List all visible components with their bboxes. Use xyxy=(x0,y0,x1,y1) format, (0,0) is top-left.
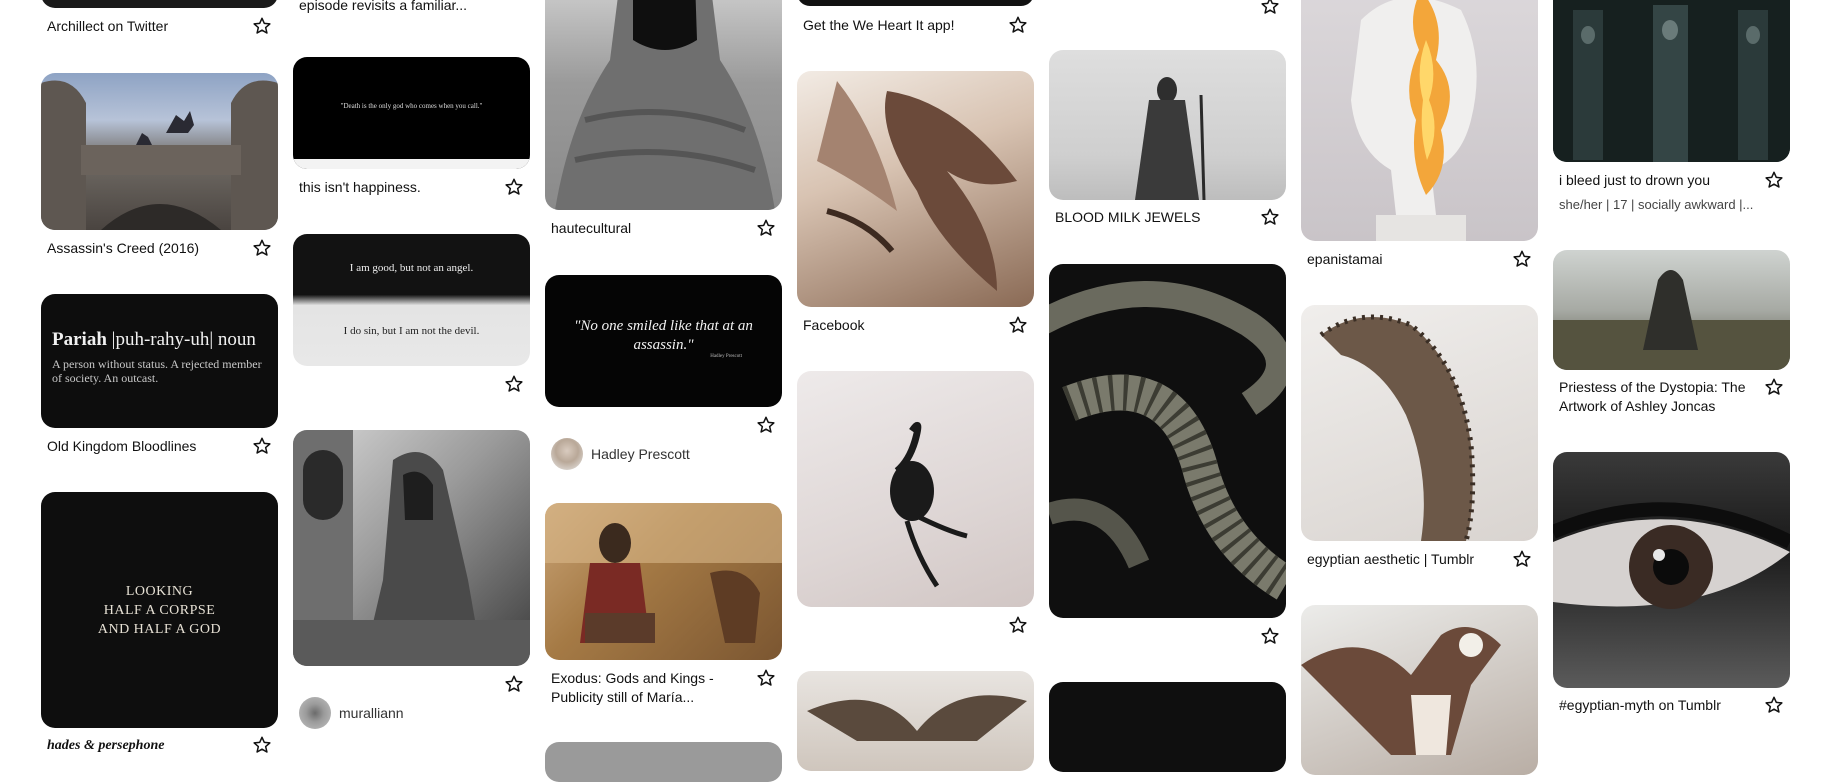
snake-graphic xyxy=(1049,281,1286,600)
save-star-icon[interactable] xyxy=(1008,315,1028,335)
save-star-icon[interactable] xyxy=(1260,207,1280,227)
pin-title-egyptian-aesthetic[interactable]: egyptian aesthetic | Tumblr xyxy=(1307,550,1507,569)
pin-image-pariah[interactable]: Pariah |puh-rahy-uh| noun A person witho… xyxy=(41,294,278,428)
dark-hall-graphic xyxy=(1553,0,1790,162)
user-avatar[interactable] xyxy=(299,697,331,729)
user-avatar[interactable] xyxy=(551,438,583,470)
pin-title-bleed[interactable]: i bleed just to drown you xyxy=(1559,171,1759,190)
good-line-1: I am good, but not an angel. xyxy=(349,262,474,274)
save-star-icon[interactable] xyxy=(1260,0,1280,16)
pin-title-epanistamai[interactable]: epanistamai xyxy=(1307,250,1507,269)
pin-title-assassins-creed[interactable]: Assassin's Creed (2016) xyxy=(47,239,247,258)
pinner-row[interactable]: muralliann xyxy=(299,696,404,730)
pin-image-cobra[interactable] xyxy=(1301,305,1538,541)
hooded-statue-graphic xyxy=(293,430,530,666)
pin-image-death-quote[interactable]: "Death is the only god who comes when yo… xyxy=(293,57,530,169)
pinner-name[interactable]: muralliann xyxy=(339,705,404,721)
assassin-quote-attribution: Hadley Prescott xyxy=(710,354,742,359)
looking-quote: LOOKING HALF A CORPSE AND HALF A GOD xyxy=(41,492,278,728)
pariah-word: Pariah xyxy=(52,329,107,350)
save-star-icon[interactable] xyxy=(1008,615,1028,635)
save-star-icon[interactable] xyxy=(756,218,776,238)
hawk-wings-graphic xyxy=(807,695,1027,741)
hooded-figure-graphic xyxy=(555,0,775,210)
pin-image-archillect[interactable] xyxy=(41,0,278,8)
pin-title-hades[interactable]: hades & persephone xyxy=(47,736,247,755)
save-star-icon[interactable] xyxy=(252,436,272,456)
pinner-name[interactable]: Hadley Prescott xyxy=(591,446,690,462)
save-star-icon[interactable] xyxy=(252,16,272,36)
pin-image-looking-half-a-corpse[interactable]: LOOKING HALF A CORPSE AND HALF A GOD xyxy=(41,492,278,728)
pin-title-old-kingdom[interactable]: Old Kingdom Bloodlines xyxy=(47,437,247,456)
save-star-icon[interactable] xyxy=(1260,626,1280,646)
assassin-quote-text: "No one smiled like that at an assassin.… xyxy=(574,318,753,353)
looking-line-2: HALF A CORPSE xyxy=(103,602,216,618)
pin-image-dark-next[interactable] xyxy=(1049,682,1286,772)
pin-image-eye[interactable] xyxy=(1553,452,1790,688)
pin-image-hooded-figure[interactable] xyxy=(545,0,782,210)
pin-title-egyptian-myth[interactable]: #egyptian-myth on Tumblr xyxy=(1559,696,1759,715)
save-star-icon[interactable] xyxy=(1512,249,1532,269)
pin-title-archillect[interactable]: Archillect on Twitter xyxy=(47,17,247,36)
robed-figure-graphic xyxy=(1135,77,1206,200)
pariah-part-of-speech: noun xyxy=(217,329,256,350)
pin-subtitle-bleed: she/her | 17 | socially awkward |... xyxy=(1559,197,1754,212)
pin-image-snake[interactable] xyxy=(1049,264,1286,618)
pin-image-scorpion[interactable] xyxy=(797,371,1034,607)
save-star-icon[interactable] xyxy=(1008,15,1028,35)
pin-image-dark-hall[interactable] xyxy=(1553,0,1790,162)
save-star-icon[interactable] xyxy=(1512,549,1532,569)
death-quote-text: "Death is the only god who comes when yo… xyxy=(340,102,483,110)
pariah-definition: A person without status. A rejected memb… xyxy=(52,357,262,385)
exodus-scene-graphic xyxy=(545,503,782,643)
save-star-icon[interactable] xyxy=(252,735,272,755)
cobra-graphic xyxy=(1319,314,1476,541)
save-star-icon[interactable] xyxy=(504,374,524,394)
pin-image-hawk[interactable] xyxy=(1301,605,1538,775)
pariah-pronunciation: |puh-rahy-uh| xyxy=(111,329,214,350)
pin-image-good-not-angel[interactable]: I am good, but not an angel. I do sin, b… xyxy=(293,234,530,366)
castle-arch-graphic xyxy=(41,80,278,230)
pin-title-hautecultural[interactable]: hautecultural xyxy=(551,219,751,238)
pin-image-assassins-creed[interactable] xyxy=(41,73,278,230)
eye-graphic xyxy=(1553,502,1790,609)
death-quote-bottom-strip xyxy=(293,159,530,169)
pin-title-happiness[interactable]: this isn't happiness. xyxy=(299,178,499,197)
save-star-icon[interactable] xyxy=(504,674,524,694)
save-star-icon[interactable] xyxy=(756,668,776,688)
burning-bust-graphic xyxy=(1351,0,1477,241)
save-star-icon[interactable] xyxy=(1764,695,1784,715)
hawk-graphic xyxy=(1301,627,1501,755)
pinner-row[interactable]: Hadley Prescott xyxy=(551,437,690,471)
pariah-heading: Pariah |puh-rahy-uh| noun xyxy=(52,329,256,351)
save-star-icon[interactable] xyxy=(1764,377,1784,397)
pin-title-facebook[interactable]: Facebook xyxy=(803,316,1003,335)
pin-title-exodus[interactable]: Exodus: Gods and Kings - Publicity still… xyxy=(551,669,741,707)
pin-title-blood-milk[interactable]: BLOOD MILK JEWELS xyxy=(1055,208,1255,227)
priestess-graphic xyxy=(1553,270,1790,370)
wings-graphic xyxy=(817,81,1017,291)
pin-image-assassin-quote[interactable]: "No one smiled like that at an assassin.… xyxy=(545,275,782,407)
save-star-icon[interactable] xyxy=(252,238,272,258)
pin-title-priestess[interactable]: Priestess of the Dystopia: The Artwork o… xyxy=(1559,378,1754,416)
scorpion-graphic xyxy=(890,421,968,588)
looking-line-3: AND HALF A GOD xyxy=(97,621,222,637)
pin-title-episode[interactable]: episode revisits a familiar... xyxy=(299,0,499,15)
pin-image-priestess[interactable] xyxy=(1553,250,1790,370)
pin-image-burning-bust[interactable] xyxy=(1301,0,1538,241)
pin-image-robed-figure[interactable] xyxy=(1049,50,1286,200)
save-star-icon[interactable] xyxy=(504,177,524,197)
pin-image-winged-figure[interactable] xyxy=(797,71,1034,307)
looking-line-1: LOOKING xyxy=(125,583,194,599)
pin-image-exodus[interactable] xyxy=(545,503,782,660)
save-star-icon[interactable] xyxy=(756,415,776,435)
save-star-icon[interactable] xyxy=(1764,170,1784,190)
pin-image-next[interactable] xyxy=(545,742,782,782)
pin-image-hawk-wings[interactable] xyxy=(797,671,1034,771)
pin-image-weheartit[interactable] xyxy=(797,0,1034,6)
pin-title-weheartit[interactable]: Get the We Heart It app! xyxy=(803,16,1003,35)
pin-image-hooded-statue[interactable] xyxy=(293,430,530,666)
good-line-2: I do sin, but I am not the devil. xyxy=(343,325,480,337)
